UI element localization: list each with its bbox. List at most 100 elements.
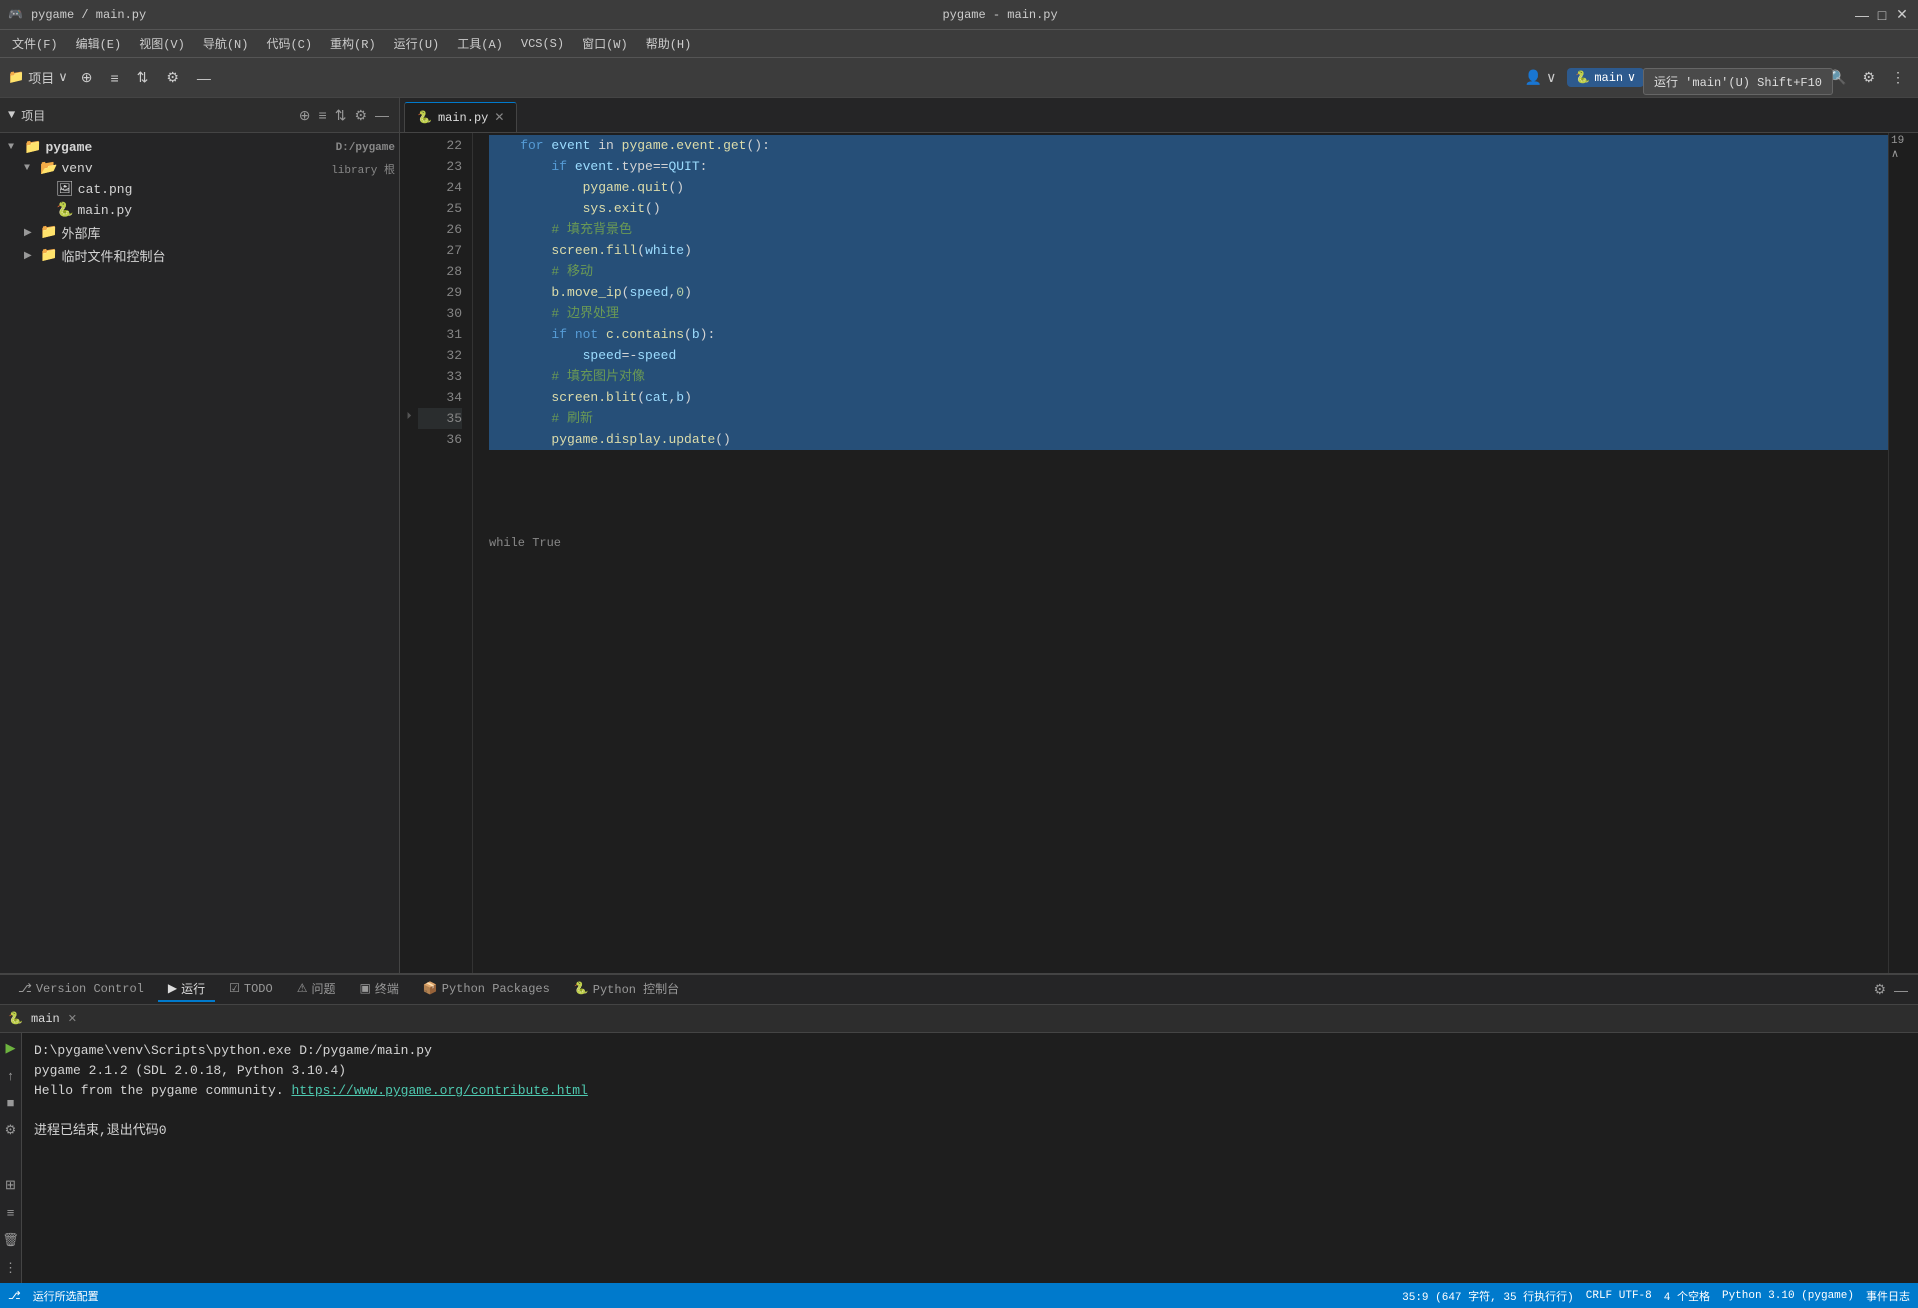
status-event-log[interactable]: 事件日志 bbox=[1866, 1288, 1910, 1304]
run-pin-button[interactable]: ⚙ bbox=[2, 1119, 20, 1141]
tab-terminal[interactable]: ▣ 终端 bbox=[349, 977, 408, 1002]
run-tab-label: main bbox=[31, 1012, 60, 1026]
console-icon: 🐍 bbox=[574, 981, 589, 996]
close-button[interactable]: ✕ bbox=[1894, 7, 1910, 23]
tree-root-pygame[interactable]: ▼ 📁 pygame D:/pygame bbox=[0, 137, 399, 158]
sidebar-hide-button[interactable]: — bbox=[373, 105, 391, 126]
line-num-39 bbox=[418, 492, 462, 513]
editor-tab-bar: 🐍 main.py ✕ bbox=[400, 98, 1918, 133]
menu-view[interactable]: 视图(V) bbox=[131, 33, 193, 54]
run-clear-button[interactable]: 🗑 bbox=[0, 1229, 22, 1251]
gutter-line-24 bbox=[400, 175, 418, 196]
run-stop-button[interactable]: ■ bbox=[4, 1092, 18, 1113]
run-play-button[interactable]: ▶ bbox=[3, 1037, 19, 1059]
gutter-line-30 bbox=[400, 301, 418, 322]
status-run-config[interactable]: 运行所选配置 bbox=[33, 1288, 99, 1304]
run-config-tab-bar: 🐍 main ✕ bbox=[0, 1005, 1918, 1033]
tab-python-packages[interactable]: 📦 Python Packages bbox=[413, 977, 560, 1002]
window-title: pygame - main.py bbox=[942, 8, 1057, 22]
settings-button[interactable]: ⚙ bbox=[1857, 66, 1880, 89]
line-num-37 bbox=[418, 450, 462, 471]
run-tab-close-icon[interactable]: ✕ bbox=[68, 1012, 77, 1026]
breadcrumb-chevron: ∨ bbox=[58, 70, 68, 85]
menu-navigate[interactable]: 导航(N) bbox=[195, 33, 257, 54]
tree-item-catpng[interactable]: 🖼 cat.png bbox=[0, 179, 399, 200]
gutter-line-34 bbox=[400, 385, 418, 406]
hide-sidebar-button[interactable]: — bbox=[192, 67, 216, 89]
hide-panel-button[interactable]: — bbox=[1892, 980, 1910, 1000]
folder-icon: 📁 bbox=[40, 224, 57, 241]
terminal-blank bbox=[34, 1101, 1906, 1121]
line-num-38 bbox=[418, 471, 462, 492]
tab-close-icon[interactable]: ✕ bbox=[494, 110, 504, 125]
sidebar-settings-button[interactable]: ⚙ bbox=[352, 105, 369, 126]
code-content[interactable]: for event in pygame.event.get(): if even… bbox=[473, 133, 1888, 973]
run-config-chevron: ∨ bbox=[1627, 70, 1636, 85]
menu-window[interactable]: 窗口(W) bbox=[574, 33, 636, 54]
tab-run[interactable]: ▶ 运行 bbox=[158, 977, 215, 1002]
sidebar-sort-button[interactable]: ⇅ bbox=[333, 105, 349, 126]
status-line-info[interactable]: 35:9 (647 字符, 35 行执行行) bbox=[1402, 1288, 1574, 1304]
status-bar-right: 35:9 (647 字符, 35 行执行行) CRLF UTF-8 4 个空格 … bbox=[1402, 1288, 1910, 1304]
run-tab-icon: 🐍 bbox=[8, 1011, 23, 1026]
gutter-line-31 bbox=[400, 322, 418, 343]
menu-run[interactable]: 运行(U) bbox=[386, 33, 448, 54]
menu-vcs[interactable]: VCS(S) bbox=[513, 35, 572, 53]
menu-code[interactable]: 代码(C) bbox=[258, 33, 320, 54]
more-button[interactable]: ⋮ bbox=[1886, 66, 1910, 89]
menu-edit[interactable]: 编辑(E) bbox=[68, 33, 130, 54]
settings-gear-button[interactable]: ⚙ bbox=[161, 66, 184, 89]
run-rerun-button[interactable]: ↑ bbox=[4, 1065, 17, 1086]
sidebar-collapse-button[interactable]: ≡ bbox=[317, 105, 329, 126]
gutter-line-33 bbox=[400, 364, 418, 385]
run-inner-layout: ▶ ↑ ■ ⚙ ⊞ ≡ 🗑 ⋮ D:\pygame\venv\Scripts\p… bbox=[0, 1033, 1918, 1283]
tree-item-mainpy[interactable]: 🐍 main.py bbox=[0, 200, 399, 221]
gutter: ⏵ bbox=[400, 133, 418, 973]
folder-icon: 📁 bbox=[40, 247, 57, 264]
menu-help[interactable]: 帮助(H) bbox=[638, 33, 700, 54]
run-more-button[interactable]: ⋮ bbox=[1, 1257, 20, 1279]
collapse-all-button[interactable]: ≡ bbox=[105, 67, 123, 89]
editor-area: 🐍 main.py ✕ ⏵ bbox=[400, 98, 1918, 973]
code-editor[interactable]: ⏵ 22 23 24 25 26 27 28 29 30 31 32 33 bbox=[400, 133, 1918, 973]
editor-tab-mainpy[interactable]: 🐍 main.py ✕ bbox=[404, 102, 517, 132]
terminal-exit-msg: 进程已结束,退出代码0 bbox=[34, 1121, 1906, 1141]
tab-python-console[interactable]: 🐍 Python 控制台 bbox=[564, 977, 689, 1002]
line-num-33: 33 bbox=[418, 366, 462, 387]
run-config-icon: 🐍 bbox=[1575, 70, 1590, 85]
tree-item-scratches[interactable]: ▶ 📁 临时文件和控制台 bbox=[0, 244, 399, 267]
tab-problems[interactable]: ⚠ 问题 bbox=[287, 977, 346, 1002]
pygame-contribute-link[interactable]: https://www.pygame.org/contribute.html bbox=[291, 1083, 587, 1098]
menu-file[interactable]: 文件(F) bbox=[4, 33, 66, 54]
tab-version-control[interactable]: ⎇ Version Control bbox=[8, 977, 154, 1002]
locate-file-button[interactable]: ⊕ bbox=[76, 66, 98, 89]
line-num-35: 35 bbox=[418, 408, 462, 429]
tab-todo[interactable]: ☑ TODO bbox=[219, 977, 283, 1002]
tree-item-external-libs[interactable]: ▶ 📁 外部库 bbox=[0, 221, 399, 244]
status-indent[interactable]: 4 个空格 bbox=[1664, 1288, 1710, 1304]
expand-all-button[interactable]: ⇅ bbox=[132, 66, 154, 89]
menu-tools[interactable]: 工具(A) bbox=[449, 33, 511, 54]
maximize-button[interactable]: □ bbox=[1874, 7, 1890, 23]
expand-icon: ▼ bbox=[8, 142, 24, 153]
status-python-version[interactable]: Python 3.10 (pygame) bbox=[1722, 1290, 1854, 1302]
minimize-button[interactable]: — bbox=[1854, 7, 1870, 23]
expand-icon: ▼ bbox=[24, 163, 40, 174]
run-config-selector[interactable]: 🐍 main ∨ bbox=[1567, 68, 1644, 87]
sidebar-action-buttons: ⊕ ≡ ⇅ ⚙ — bbox=[297, 105, 391, 126]
settings-icon-button[interactable]: ⚙ bbox=[1871, 979, 1888, 1000]
status-encoding[interactable]: CRLF UTF-8 bbox=[1586, 1290, 1652, 1302]
run-wrap-button[interactable]: ≡ bbox=[4, 1202, 18, 1223]
menu-refactor[interactable]: 重构(R) bbox=[322, 33, 384, 54]
sidebar-locate-button[interactable]: ⊕ bbox=[297, 105, 313, 126]
gutter-line-36 bbox=[400, 427, 418, 448]
breadcrumb-project-icon: 📁 bbox=[8, 70, 24, 85]
run-filter-button[interactable]: ⊞ bbox=[2, 1174, 19, 1196]
title-bar-breadcrumb: pygame / main.py bbox=[31, 8, 146, 22]
toolbar-left: 📁 项目 ∨ ⊕ ≡ ⇅ ⚙ — bbox=[8, 66, 216, 89]
tree-item-label: main.py bbox=[77, 203, 395, 218]
tree-item-venv[interactable]: ▼ 📂 venv library 根 bbox=[0, 158, 399, 179]
line-num-23: 23 bbox=[418, 156, 462, 177]
user-avatar-button[interactable]: 👤 ∨ bbox=[1520, 66, 1562, 89]
status-vcs[interactable]: ⎇ bbox=[8, 1289, 21, 1303]
